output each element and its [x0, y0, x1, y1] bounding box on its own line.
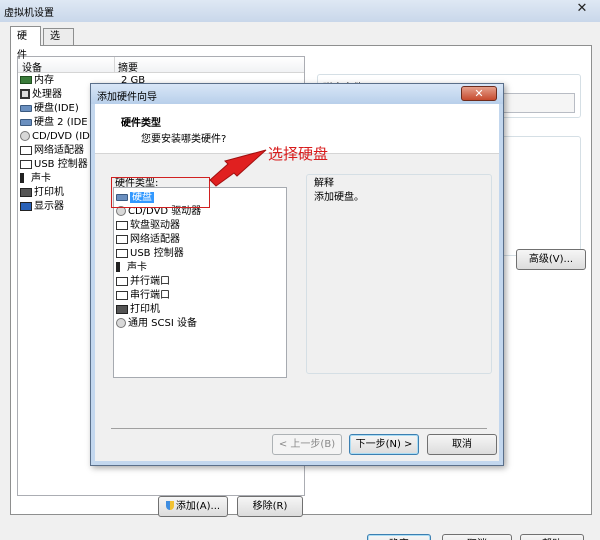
device-row-processor[interactable]: 处理器: [20, 88, 62, 102]
prev-button[interactable]: < 上一步(B): [272, 434, 342, 455]
hardware-item-label: 并行端口: [130, 276, 170, 287]
processor-icon: [20, 89, 30, 99]
hardware-item-label: 通用 SCSI 设备: [128, 318, 197, 329]
remove-hardware-button[interactable]: 移除(R): [237, 496, 303, 517]
hardware-item-label: 串行端口: [130, 290, 170, 301]
wizard-subheading: 您要安装哪类硬件?: [141, 134, 227, 145]
sound-card-icon: [116, 262, 125, 272]
wizard-cancel-button[interactable]: 取消: [427, 434, 497, 455]
device-row-printer[interactable]: 打印机: [20, 186, 64, 200]
device-name: 硬盘 2 (IDE: [34, 117, 88, 128]
hardware-item-label: 声卡: [127, 262, 147, 273]
column-divider: [114, 57, 115, 73]
hard-disk-icon: [20, 104, 32, 112]
add-hardware-label: 添加(A)...: [175, 501, 221, 512]
tab-hardware[interactable]: 硬件: [10, 26, 41, 61]
wizard-title: 添加硬件向导: [97, 92, 157, 103]
device-row-hard-disk[interactable]: 硬盘(IDE): [20, 102, 79, 116]
device-row-memory[interactable]: 内存: [20, 74, 54, 88]
hardware-item-usb-controller[interactable]: USB 控制器: [116, 247, 184, 261]
add-hardware-wizard: 添加硬件向导 ✕ 硬件类型 您要安装哪类硬件? 硬件类型: 硬盘 CD/DVD …: [90, 83, 504, 466]
memory-icon: [20, 76, 32, 84]
scsi-device-icon: [116, 318, 126, 328]
device-name: 网络适配器: [34, 145, 84, 156]
hard-disk-icon: [20, 118, 32, 126]
display-icon: [20, 201, 32, 211]
device-name: 硬盘(IDE): [34, 103, 79, 114]
floppy-icon: [116, 220, 128, 230]
device-list-header: 设备 摘要: [18, 57, 304, 74]
annotation-arrow-icon: [209, 149, 267, 187]
hardware-type-list[interactable]: 硬盘 CD/DVD 驱动器 软盘驱动器 网络适配器 USB 控制器 声卡 并行端…: [113, 187, 287, 378]
window-titlebar[interactable]: 虚拟机设置 ✕: [0, 0, 600, 22]
explanation-label: 解释: [314, 178, 334, 189]
tab-options[interactable]: 选项: [43, 28, 74, 58]
cancel-button[interactable]: 取消: [442, 534, 512, 540]
device-name: 打印机: [34, 187, 64, 198]
device-row-display[interactable]: 显示器: [20, 200, 64, 214]
device-row-sound-card[interactable]: 声卡: [20, 172, 51, 186]
device-name: 显示器: [34, 201, 64, 212]
usb-controller-icon: [20, 159, 32, 169]
next-button[interactable]: 下一步(N) >: [349, 434, 419, 455]
network-adapter-icon: [116, 234, 128, 244]
hardware-item-label: 软盘驱动器: [130, 220, 180, 231]
device-name: 处理器: [32, 89, 62, 100]
network-adapter-icon: [20, 145, 32, 155]
annotation-highlight-box: [111, 177, 210, 208]
device-name: USB 控制器: [34, 159, 88, 170]
usb-controller-icon: [116, 248, 128, 258]
explanation-group: [306, 174, 492, 374]
cd-dvd-icon: [20, 131, 30, 141]
ok-button[interactable]: 确定: [367, 534, 431, 540]
device-name: 内存: [34, 75, 54, 86]
wizard-divider: [111, 428, 487, 429]
column-header-summary[interactable]: 摘要: [118, 59, 138, 74]
hardware-item-parallel-port[interactable]: 并行端口: [116, 275, 170, 289]
hardware-item-serial-port[interactable]: 串行端口: [116, 289, 170, 303]
device-row-cd-dvd[interactable]: CD/DVD (ID: [20, 130, 90, 144]
wizard-heading: 硬件类型: [121, 118, 161, 129]
parallel-port-icon: [116, 276, 128, 286]
hardware-item-label: 打印机: [130, 304, 160, 315]
wizard-titlebar[interactable]: 添加硬件向导 ✕: [91, 84, 503, 104]
hardware-item-network-adapter[interactable]: 网络适配器: [116, 233, 180, 247]
add-hardware-button[interactable]: 添加(A)...: [158, 496, 228, 517]
hardware-item-sound-card[interactable]: 声卡: [116, 261, 147, 275]
device-name: 声卡: [31, 173, 51, 184]
window-title: 虚拟机设置: [4, 8, 54, 19]
explanation-text: 添加硬盘。: [314, 192, 364, 203]
device-row-hard-disk-2[interactable]: 硬盘 2 (IDE: [20, 116, 88, 130]
serial-port-icon: [116, 290, 128, 300]
device-row-network-adapter[interactable]: 网络适配器: [20, 144, 84, 158]
wizard-close-icon[interactable]: ✕: [461, 86, 497, 101]
device-name: CD/DVD (ID: [32, 131, 90, 142]
shield-icon: [165, 501, 174, 510]
sound-card-icon: [20, 173, 29, 183]
advanced-button[interactable]: 高级(V)...: [516, 249, 586, 270]
annotation-text: 选择硬盘: [268, 145, 329, 163]
hardware-item-printer[interactable]: 打印机: [116, 303, 160, 317]
help-button[interactable]: 帮助: [520, 534, 584, 540]
close-icon[interactable]: ✕: [570, 1, 594, 17]
hardware-item-floppy[interactable]: 软盘驱动器: [116, 219, 180, 233]
hardware-item-label: 网络适配器: [130, 234, 180, 245]
device-row-usb-controller[interactable]: USB 控制器: [20, 158, 88, 172]
hardware-item-label: USB 控制器: [130, 248, 184, 259]
printer-icon: [116, 304, 128, 314]
hardware-item-scsi-device[interactable]: 通用 SCSI 设备: [116, 317, 197, 331]
printer-icon: [20, 187, 32, 197]
